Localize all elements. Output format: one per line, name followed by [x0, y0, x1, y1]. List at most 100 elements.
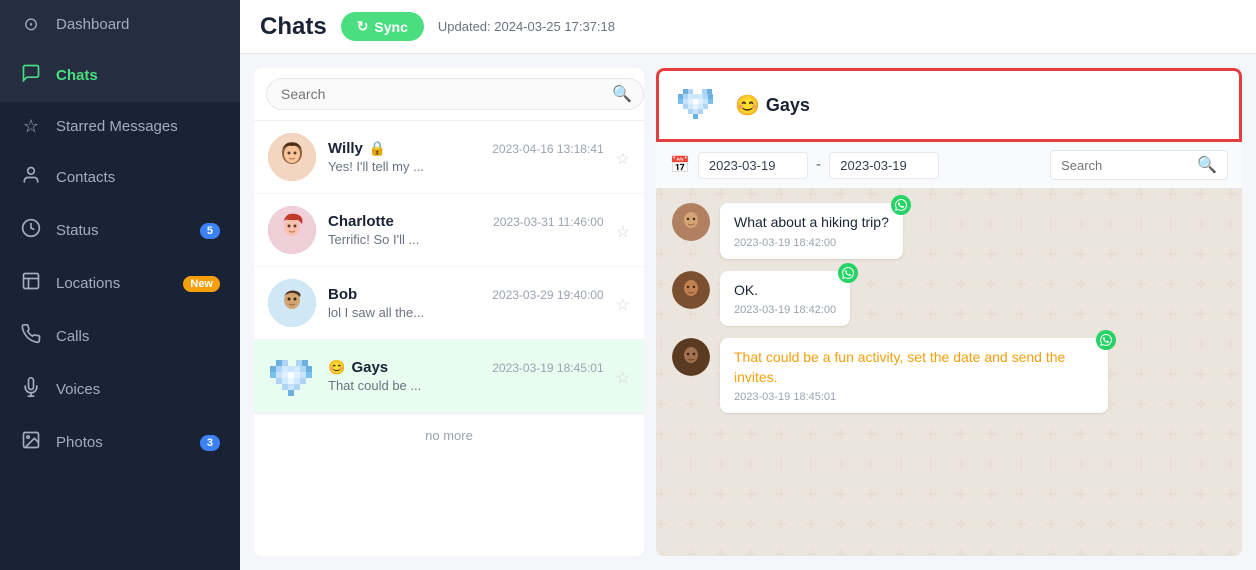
whatsapp-icon-3 [1096, 330, 1116, 350]
chat-item-gays[interactable]: 😊 Gays 2023-03-19 18:45:01 That could be… [254, 340, 644, 413]
msg-avatar-3 [672, 338, 710, 376]
chat-preview-bob: lol I saw all the... [328, 305, 604, 320]
contacts-icon [20, 165, 42, 190]
sidebar-item-locations[interactable]: Locations New [0, 257, 240, 310]
sidebar-item-photos[interactable]: Photos 3 [0, 416, 240, 469]
locations-icon [20, 271, 42, 296]
message-row-2: OK. 2023-03-19 18:42:00 [672, 271, 1226, 327]
chat-info-willy: Willy 🔒 2023-04-16 13:18:41 Yes! I'll te… [328, 140, 604, 174]
status-icon [20, 218, 42, 243]
message-time-2: 2023-03-19 18:42:00 [734, 304, 836, 316]
date-separator: - [816, 156, 821, 174]
sidebar-item-label: Locations [56, 275, 120, 292]
star-icon-willy: ☆ [616, 149, 630, 169]
chat-info-gays: 😊 Gays 2023-03-19 18:45:01 That could be… [328, 359, 604, 393]
locations-badge: New [183, 276, 220, 292]
chat-detail-header: 😊 Gays [656, 68, 1242, 142]
chat-name-charlotte: Charlotte [328, 213, 394, 230]
chat-preview-gays: That could be ... [328, 378, 604, 393]
detail-search-input[interactable] [1061, 158, 1191, 173]
chat-item-bob[interactable]: Bob 2023-03-29 19:40:00 lol I saw all th… [254, 267, 644, 340]
search-icon[interactable]: 🔍 [612, 84, 632, 104]
detail-search-icon: 🔍 [1197, 155, 1217, 175]
status-badge: 5 [200, 223, 220, 239]
sidebar-item-status[interactable]: Status 5 [0, 204, 240, 257]
sidebar-item-label: Chats [56, 67, 98, 84]
sidebar-item-starred[interactable]: ☆ Starred Messages [0, 102, 240, 151]
date-from-input[interactable] [698, 152, 808, 179]
star-icon-gays: ☆ [616, 368, 630, 388]
chat-name-willy: Willy 🔒 [328, 140, 386, 157]
sidebar-item-label: Starred Messages [56, 118, 178, 135]
chat-preview-charlotte: Terrific! So I'll ... [328, 232, 604, 247]
sidebar: ⊙ Dashboard Chats ☆ Starred Messages Con… [0, 0, 240, 570]
message-time-3: 2023-03-19 18:45:01 [734, 391, 1094, 403]
sidebar-item-calls[interactable]: Calls [0, 310, 240, 363]
sync-icon: ↻ [357, 18, 369, 35]
avatar-willy [268, 133, 316, 181]
avatar-gays [268, 352, 316, 400]
sync-label: Sync [374, 19, 407, 35]
message-text-3: That could be a fun activity, set the da… [734, 348, 1094, 387]
message-bubble-1: What about a hiking trip? 2023-03-19 18:… [720, 203, 903, 259]
chat-name-gays: 😊 Gays [328, 359, 388, 376]
top-header: Chats ↻ Sync Updated: 2024-03-25 17:37:1… [240, 0, 1256, 54]
sidebar-item-label: Status [56, 222, 99, 239]
star-icon-bob: ☆ [616, 295, 630, 315]
chat-list-panel: 🔍 [254, 68, 644, 556]
sidebar-item-chats[interactable]: Chats [0, 49, 240, 102]
msg-avatar-1 [672, 203, 710, 241]
message-row-3: That could be a fun activity, set the da… [672, 338, 1226, 413]
photos-icon [20, 430, 42, 455]
detail-search-box: 🔍 [1050, 150, 1228, 180]
sidebar-item-label: Contacts [56, 169, 115, 186]
content-area: 🔍 [240, 54, 1256, 570]
sidebar-item-dashboard[interactable]: ⊙ Dashboard [0, 0, 240, 49]
chat-time-charlotte: 2023-03-31 11:46:00 [493, 215, 604, 229]
chat-item-willy[interactable]: Willy 🔒 2023-04-16 13:18:41 Yes! I'll te… [254, 121, 644, 194]
message-text-2: OK. [734, 281, 836, 301]
date-to-input[interactable] [829, 152, 939, 179]
sidebar-item-label: Photos [56, 434, 103, 451]
sidebar-item-label: Calls [56, 328, 89, 345]
avatar-charlotte [268, 206, 316, 254]
chats-icon [20, 63, 42, 88]
chat-item-charlotte[interactable]: Charlotte 2023-03-31 11:46:00 Terrific! … [254, 194, 644, 267]
sidebar-item-label: Voices [56, 381, 100, 398]
calendar-icon: 📅 [670, 155, 690, 175]
group-avatar [675, 81, 723, 129]
sync-button[interactable]: ↻ Sync [341, 12, 424, 41]
chat-time-bob: 2023-03-29 19:40:00 [492, 288, 603, 302]
whatsapp-icon-2 [838, 263, 858, 283]
star-icon-charlotte: ☆ [616, 222, 630, 242]
page-title: Chats [260, 13, 327, 41]
date-filter-bar: 📅 - 🔍 [656, 142, 1242, 189]
chat-time-gays: 2023-03-19 18:45:01 [492, 361, 603, 375]
search-box: 🔍 [254, 68, 644, 121]
message-bubble-3: That could be a fun activity, set the da… [720, 338, 1108, 413]
dashboard-icon: ⊙ [20, 14, 42, 35]
sidebar-item-voices[interactable]: Voices [0, 363, 240, 416]
sidebar-item-label: Dashboard [56, 16, 129, 33]
sidebar-item-contacts[interactable]: Contacts [0, 151, 240, 204]
chat-search-input[interactable] [266, 78, 644, 110]
star-icon: ☆ [20, 116, 42, 137]
chat-info-bob: Bob 2023-03-29 19:40:00 lol I saw all th… [328, 286, 604, 320]
message-text-1: What about a hiking trip? [734, 213, 889, 233]
no-more-label: no more [254, 413, 644, 457]
voices-icon [20, 377, 42, 402]
msg-avatar-2 [672, 271, 710, 309]
updated-text: Updated: 2024-03-25 17:37:18 [438, 19, 615, 34]
whatsapp-icon-1 [891, 195, 911, 215]
chat-name-bob: Bob [328, 286, 357, 303]
messages-area: What about a hiking trip? 2023-03-19 18:… [656, 189, 1242, 556]
message-bubble-2: OK. 2023-03-19 18:42:00 [720, 271, 850, 327]
calls-icon [20, 324, 42, 349]
chat-info-charlotte: Charlotte 2023-03-31 11:46:00 Terrific! … [328, 213, 604, 247]
message-time-1: 2023-03-19 18:42:00 [734, 237, 889, 249]
message-row-1: What about a hiking trip? 2023-03-19 18:… [672, 203, 1226, 259]
avatar-bob [268, 279, 316, 327]
pin-icon: 🔒 [369, 140, 386, 157]
chat-detail-panel: 😊 Gays 📅 - 🔍 [656, 68, 1242, 556]
group-name: 😊 Gays [735, 93, 810, 118]
